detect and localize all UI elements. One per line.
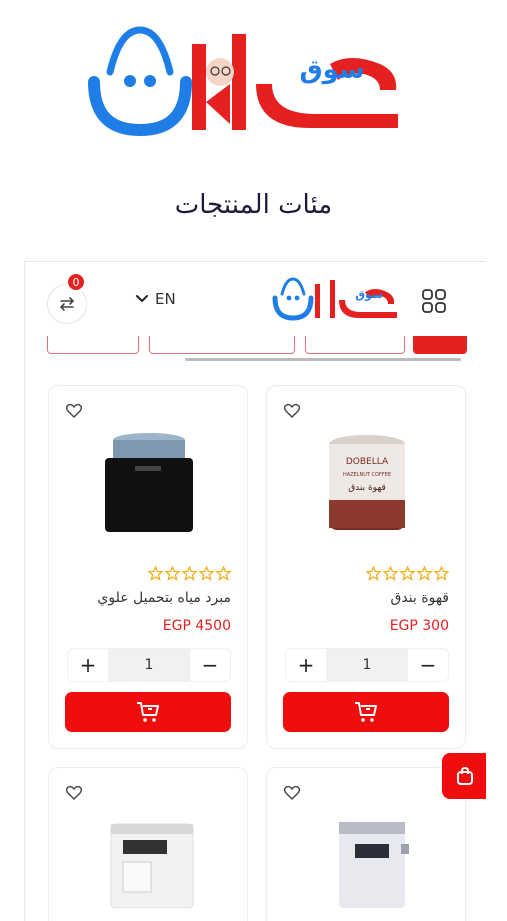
cart-icon bbox=[355, 702, 377, 722]
product-image-arabic: قهوة بندق bbox=[348, 483, 386, 493]
category-chip[interactable] bbox=[305, 336, 405, 354]
app-header: 0 EN سوق bbox=[25, 262, 486, 340]
quantity-stepper: + 1 − bbox=[285, 648, 449, 682]
quantity-stepper: + 1 − bbox=[67, 648, 231, 682]
star-icon bbox=[148, 566, 163, 581]
decrease-quantity-button[interactable]: − bbox=[190, 649, 230, 681]
header-logo[interactable]: سوق bbox=[271, 276, 401, 322]
rating-stars bbox=[366, 566, 449, 581]
heart-icon[interactable] bbox=[65, 402, 83, 420]
compare-count-badge: 0 bbox=[66, 272, 86, 292]
decrease-quantity-button[interactable]: − bbox=[408, 649, 448, 681]
product-price: EGP 4500 bbox=[162, 618, 231, 634]
star-icon bbox=[417, 566, 432, 581]
category-filter-row bbox=[25, 336, 486, 362]
hero-logo: سوق bbox=[88, 26, 398, 137]
header-logo-sub-text: سوق bbox=[355, 288, 383, 301]
product-name[interactable]: مبرد مياه بتحميل علوي bbox=[61, 590, 231, 606]
add-to-cart-button[interactable] bbox=[65, 692, 231, 732]
product-image[interactable] bbox=[305, 818, 429, 908]
chevron-down-icon bbox=[136, 295, 148, 303]
star-icon bbox=[182, 566, 197, 581]
star-icon bbox=[199, 566, 214, 581]
quantity-value[interactable]: 1 bbox=[108, 649, 190, 681]
product-image-sub: HAZELNUT COFFEE bbox=[343, 472, 391, 478]
star-icon bbox=[383, 566, 398, 581]
category-chip-active[interactable] bbox=[413, 336, 467, 354]
add-to-cart-button[interactable] bbox=[283, 692, 449, 732]
category-chip[interactable] bbox=[47, 336, 139, 354]
star-icon bbox=[400, 566, 415, 581]
product-card[interactable] bbox=[48, 767, 248, 921]
shopping-bag-icon bbox=[457, 766, 473, 785]
product-name[interactable]: قهوة بندق bbox=[279, 590, 450, 606]
star-icon bbox=[434, 566, 449, 581]
quantity-value[interactable]: 1 bbox=[326, 649, 408, 681]
grid-menu-icon[interactable] bbox=[421, 288, 447, 314]
product-price: EGP 300 bbox=[389, 618, 449, 634]
cart-icon bbox=[137, 702, 159, 722]
category-chip[interactable] bbox=[149, 336, 295, 354]
heart-icon[interactable] bbox=[283, 402, 301, 420]
increase-quantity-button[interactable]: + bbox=[68, 649, 108, 681]
heart-icon[interactable] bbox=[283, 784, 301, 802]
product-card[interactable]: مبرد مياه بتحميل علوي EGP 4500 + 1 − bbox=[48, 385, 248, 749]
hero-logo-sub-text: سوق bbox=[299, 55, 364, 85]
floating-cart-button[interactable] bbox=[442, 753, 486, 799]
rating-stars bbox=[148, 566, 231, 581]
compare-arrows-icon bbox=[59, 297, 75, 311]
product-image[interactable]: DOBELLA HAZELNUT COFFEE قهوة بندق bbox=[305, 430, 429, 534]
star-icon bbox=[216, 566, 231, 581]
star-icon bbox=[366, 566, 381, 581]
chips-scrollbar[interactable] bbox=[185, 358, 461, 361]
app-screen: 0 EN سوق DOBELLA HAZELNUT COFFEE قهوة بن… bbox=[24, 261, 486, 921]
language-selector[interactable]: EN bbox=[135, 290, 176, 308]
product-card[interactable]: DOBELLA HAZELNUT COFFEE قهوة بندق قهوة ب… bbox=[266, 385, 466, 749]
product-image[interactable] bbox=[87, 430, 211, 534]
tagline: مئات المنتجات bbox=[174, 190, 333, 220]
product-image-brand: DOBELLA bbox=[346, 457, 389, 467]
heart-icon[interactable] bbox=[65, 784, 83, 802]
product-card[interactable] bbox=[266, 767, 466, 921]
star-icon bbox=[165, 566, 180, 581]
increase-quantity-button[interactable]: + bbox=[286, 649, 326, 681]
product-image[interactable] bbox=[87, 818, 211, 908]
language-label: EN bbox=[155, 290, 176, 308]
